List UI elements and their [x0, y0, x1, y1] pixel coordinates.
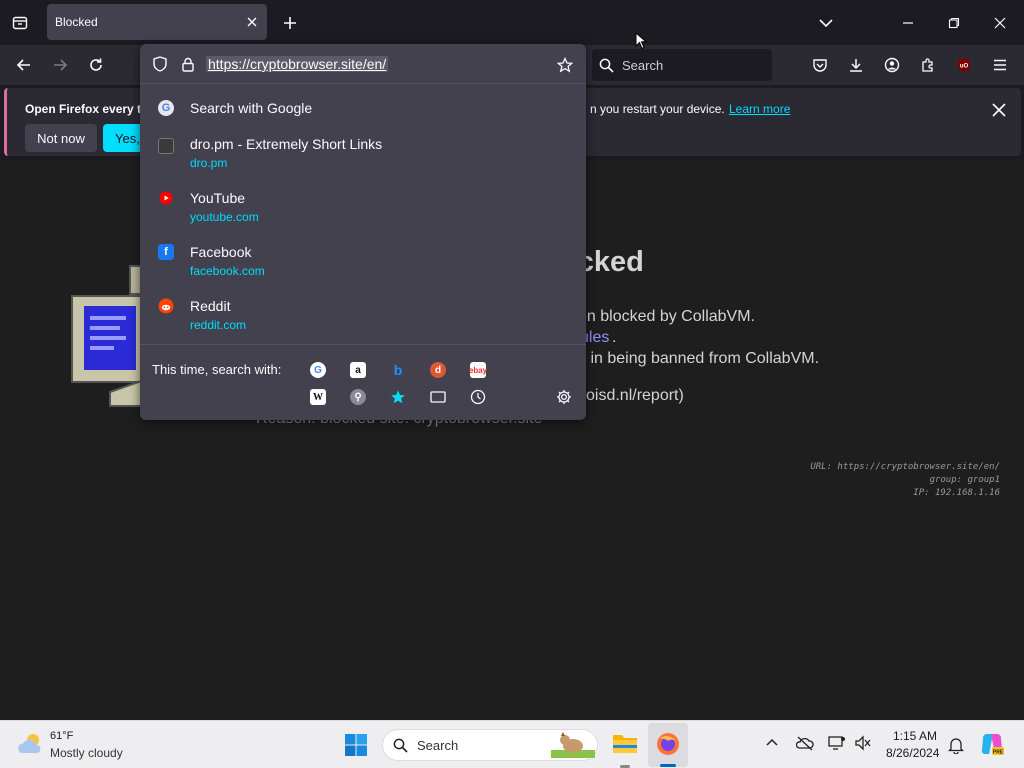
page-text-line-1: en blocked by CollabVM.: [578, 308, 755, 325]
meta-ip: IP: 192.168.1.16: [913, 488, 1000, 498]
weather-description[interactable]: Mostly cloudy: [50, 746, 123, 760]
dro-pm-favicon: [158, 138, 174, 154]
search-placeholder: Search: [622, 58, 664, 73]
clock-time[interactable]: 1:15 AM: [893, 729, 937, 743]
back-icon[interactable]: [12, 53, 36, 77]
google-engine-icon[interactable]: G: [310, 362, 326, 378]
onedrive-offline-icon[interactable]: [796, 735, 814, 751]
taskbar: 61°F Mostly cloudy Search 1:15 AM 8/26/2…: [0, 720, 1024, 768]
meta-url: URL: https://cryptobrowser.site/en/: [810, 462, 1000, 472]
firefox-active-indicator: [660, 764, 676, 767]
taskbar-search[interactable]: Search: [382, 729, 598, 761]
start-windows-icon[interactable]: [344, 733, 368, 757]
divider: [140, 344, 586, 345]
network-icon[interactable]: [828, 735, 846, 751]
close-window-icon[interactable]: [988, 11, 1012, 35]
urlbar-dropdown: https://cryptobrowser.site/en/ G Search …: [140, 44, 586, 420]
lock-icon[interactable]: [180, 56, 196, 72]
learn-more-link[interactable]: Learn more: [729, 102, 790, 116]
page-text-line-4: oisd.nl/report): [586, 387, 684, 404]
bookmarks-search-icon[interactable]: [390, 389, 406, 405]
firefox-taskbar-button[interactable]: [648, 723, 688, 767]
page-text-line-2: .: [612, 329, 617, 346]
list-all-tabs-icon[interactable]: [814, 11, 838, 35]
suggestion-title: dro.pm - Extremely Short Links: [190, 136, 383, 152]
forward-icon[interactable]: [48, 53, 72, 77]
copilot-icon[interactable]: PRE: [980, 732, 1004, 756]
ublock-origin-icon[interactable]: uO: [952, 53, 976, 77]
clock-date[interactable]: 8/26/2024: [886, 746, 939, 760]
svg-text:PRE: PRE: [993, 750, 1004, 756]
account-icon[interactable]: [880, 53, 904, 77]
suggestion-reddit[interactable]: Reddit reddit.com: [140, 294, 586, 340]
search-bar[interactable]: Search: [592, 49, 772, 81]
reload-icon[interactable]: [84, 53, 108, 77]
search-with-label: This time, search with:: [152, 362, 282, 377]
tab-close-icon[interactable]: [243, 13, 261, 31]
suggestion-dro-pm[interactable]: dro.pm - Extremely Short Links dro.pm: [140, 132, 586, 178]
meta-group: group: group1: [929, 475, 1000, 485]
url-text[interactable]: https://cryptobrowser.site/en/: [206, 56, 389, 72]
suggestion-title: YouTube: [190, 190, 246, 206]
tracking-protection-shield-icon[interactable]: [152, 56, 168, 72]
taskbar-search-label: Search: [417, 738, 459, 753]
not-now-button[interactable]: Not now: [25, 124, 97, 152]
google-icon: G: [158, 100, 174, 116]
wikipedia-engine-icon[interactable]: W: [310, 389, 326, 405]
tab-title: Blocked: [55, 15, 98, 29]
weather-temperature[interactable]: 61°F: [50, 730, 73, 742]
other-engine-icon[interactable]: ⚲: [350, 389, 366, 405]
suggestion-url: dro.pm: [190, 156, 228, 170]
downloads-icon[interactable]: [844, 53, 868, 77]
suggestion-url: reddit.com: [190, 318, 247, 332]
minimize-icon[interactable]: [896, 11, 920, 35]
amazon-engine-icon[interactable]: a: [350, 362, 366, 378]
notification-message: Open Firefox every ti: [25, 102, 145, 116]
tab-strip: Blocked: [0, 0, 1024, 45]
firefox-icon: [656, 732, 680, 756]
reddit-icon: [158, 298, 174, 314]
suggestion-search-google[interactable]: G Search with Google: [140, 92, 586, 124]
notification-close-icon[interactable]: [987, 98, 1011, 122]
address-bar[interactable]: https://cryptobrowser.site/en/: [140, 44, 586, 84]
pocket-icon[interactable]: [808, 53, 832, 77]
page-text-line-3: lt in being banned from CollabVM.: [578, 350, 820, 367]
youtube-icon: [158, 190, 174, 206]
taskbar-search-icon: [393, 738, 408, 753]
notification-message-end: n you restart your device.: [590, 102, 725, 116]
show-hidden-icons-chevron-icon[interactable]: [766, 737, 778, 747]
extensions-icon[interactable]: [916, 53, 940, 77]
tabs-search-icon[interactable]: [430, 389, 446, 405]
ebay-engine-icon[interactable]: ebay: [469, 362, 487, 378]
blocked-computer-illustration: [70, 256, 150, 416]
bing-engine-icon[interactable]: b: [390, 362, 406, 378]
volume-muted-icon[interactable]: [854, 735, 872, 751]
search-icon: [598, 57, 614, 73]
tab-manager-icon[interactable]: [8, 11, 32, 35]
tab-active[interactable]: Blocked: [47, 4, 267, 40]
duckduckgo-engine-icon[interactable]: d: [430, 362, 446, 378]
facebook-icon: f: [158, 244, 174, 260]
bookmark-star-icon[interactable]: [556, 56, 574, 74]
search-settings-gear-icon[interactable]: [556, 389, 572, 405]
suggestion-facebook[interactable]: f Facebook facebook.com: [140, 240, 586, 286]
suggestion-title: Facebook: [190, 244, 252, 260]
search-highlight-dog-icon: [551, 732, 595, 758]
suggestion-url: facebook.com: [190, 264, 265, 278]
new-tab-icon[interactable]: [278, 11, 302, 35]
restore-icon[interactable]: [942, 11, 966, 35]
history-search-icon[interactable]: [470, 389, 486, 405]
suggestion-title: Search with Google: [190, 100, 313, 116]
weather-cloud-icon[interactable]: [16, 731, 44, 757]
file-explorer-icon[interactable]: [612, 731, 638, 755]
menu-icon[interactable]: [988, 53, 1012, 77]
mouse-cursor-icon: [635, 32, 647, 50]
svg-text:uO: uO: [960, 64, 969, 70]
suggestion-youtube[interactable]: YouTube youtube.com: [140, 186, 586, 232]
suggestion-title: Reddit: [190, 298, 231, 314]
notifications-bell-icon[interactable]: [948, 736, 964, 754]
suggestion-url: youtube.com: [190, 210, 259, 224]
